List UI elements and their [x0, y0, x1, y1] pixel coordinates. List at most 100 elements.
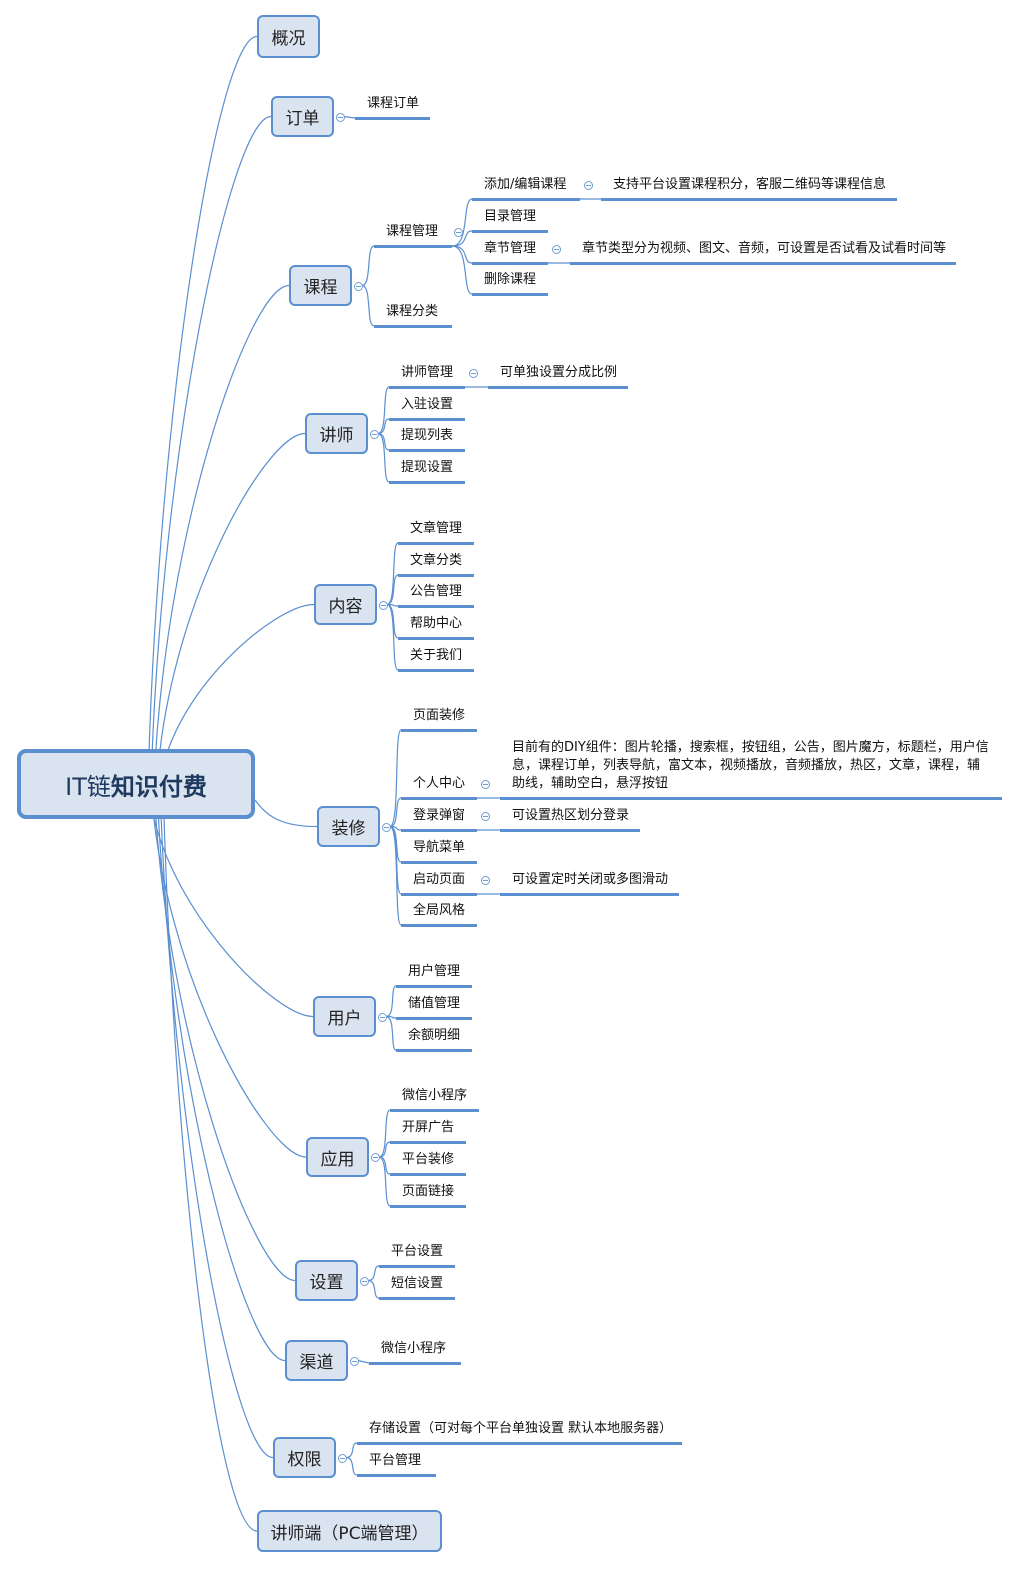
collapse-toggle-icon[interactable] [371, 1153, 380, 1162]
child-item[interactable]: 个人中心 [413, 775, 465, 793]
collapse-toggle-icon[interactable] [336, 112, 345, 122]
child-item[interactable]: 页面装修 [413, 707, 465, 725]
collapse-toggle-icon[interactable] [481, 876, 490, 885]
note-text: 章节类型分为视频、图文、音频，可设置是否试看及试看时间等 [582, 241, 947, 256]
child-item[interactable]: 平台设置 [391, 1243, 443, 1261]
branch-node[interactable]: 讲师 [305, 413, 368, 454]
collapse-toggle-icon[interactable] [338, 1453, 347, 1463]
branch-connector [153, 284, 290, 785]
grandchild-item[interactable]: 目录管理 [484, 208, 536, 226]
leaf-underline [355, 117, 430, 120]
child-item[interactable]: 平台管理 [369, 1452, 421, 1470]
branch-node[interactable]: 渠道 [285, 1340, 348, 1381]
child-item[interactable]: 提现设置 [401, 459, 453, 477]
child-item[interactable]: 全局风格 [413, 902, 465, 920]
branch-node[interactable]: 内容 [314, 584, 377, 625]
branch-node[interactable]: 讲师端（PC端管理） [257, 1510, 442, 1552]
leaf-underline [401, 729, 477, 732]
collapse-toggle-icon[interactable] [350, 1356, 359, 1366]
connector [361, 284, 375, 327]
child-item[interactable]: 储值管理 [408, 995, 460, 1013]
branch-node[interactable]: 概况 [257, 15, 320, 58]
note-text: 可设置热区划分登录 [512, 808, 630, 823]
collapse-toggle-icon[interactable] [382, 822, 391, 832]
collapse-toggle-icon[interactable] [469, 369, 478, 378]
child-item[interactable]: 导航菜单 [413, 839, 465, 857]
branch-node[interactable]: 装修 [317, 806, 380, 847]
child-item[interactable]: 公告管理 [410, 583, 462, 601]
branch-node[interactable]: 权限 [273, 1437, 336, 1478]
leaf-underline [398, 542, 474, 545]
child-item[interactable]: 用户管理 [408, 963, 460, 981]
child-item[interactable]: 余额明细 [408, 1027, 460, 1045]
child-item[interactable]: 提现列表 [401, 427, 453, 445]
grandchild-item[interactable]: 章节管理 [484, 240, 536, 258]
connector [367, 1265, 380, 1282]
leaf-underline [390, 1205, 466, 1208]
leaf-underline [379, 1265, 455, 1268]
child-item[interactable]: 关于我们 [410, 647, 462, 665]
leaf-underline [398, 574, 474, 577]
collapse-toggle-icon[interactable] [454, 228, 463, 237]
branch-node[interactable]: 课程 [289, 265, 352, 306]
collapse-toggle-icon[interactable] [370, 429, 379, 439]
collapse-toggle-icon[interactable] [378, 1012, 387, 1022]
note-text: 目前有的DIY组件：图片轮播，搜索框，按钮组，公告，图片魔方，标题栏，用户信息，… [512, 740, 989, 791]
branch-connector [147, 35, 258, 785]
leaf-underline [500, 829, 640, 832]
branch-node[interactable]: 设置 [295, 1260, 358, 1301]
child-item[interactable]: 平台装修 [402, 1151, 454, 1169]
leaf-underline [601, 198, 897, 201]
leaf-underline [401, 924, 477, 927]
child-item[interactable]: 页面链接 [402, 1183, 454, 1201]
note-text: 可单独设置分成比例 [500, 365, 618, 380]
child-item[interactable]: 课程分类 [386, 303, 438, 321]
grandchild-item[interactable]: 删除课程 [484, 271, 536, 289]
collapse-toggle-icon[interactable] [360, 1276, 369, 1286]
collapse-toggle-icon[interactable] [552, 245, 561, 254]
leaf-underline [472, 262, 548, 265]
collapse-toggle-icon[interactable] [481, 780, 490, 789]
connector [378, 1156, 391, 1207]
connector [377, 432, 390, 483]
leaf-underline [500, 797, 1002, 800]
child-item[interactable]: 短信设置 [391, 1275, 443, 1293]
connector [377, 386, 390, 435]
grandchild-item[interactable]: 添加/编辑课程 [484, 176, 566, 194]
note-text: 可设置定时关闭或多图滑动 [512, 872, 669, 887]
child-item[interactable]: 帮助中心 [410, 615, 462, 633]
child-item[interactable]: 启动页面 [413, 871, 465, 889]
collapse-toggle-icon[interactable] [584, 181, 593, 190]
child-item[interactable]: 讲师管理 [401, 364, 453, 382]
leaf-underline [570, 262, 956, 265]
branch-node[interactable]: 用户 [313, 996, 376, 1037]
leaf-underline [401, 797, 477, 800]
child-item[interactable]: 登录弹窗 [413, 807, 465, 825]
child-item[interactable]: 课程订单 [367, 95, 419, 113]
child-item[interactable]: 开屏广告 [402, 1119, 454, 1137]
branch-node[interactable]: 订单 [271, 96, 334, 137]
collapse-toggle-icon[interactable] [354, 281, 363, 291]
leaf-underline [472, 230, 548, 233]
leaf-underline [401, 893, 477, 896]
child-item[interactable]: 微信小程序 [381, 1340, 446, 1358]
connector [385, 1015, 397, 1051]
collapse-toggle-icon[interactable] [481, 812, 490, 821]
root-node[interactable]: IT链 知识付费 [17, 749, 255, 819]
connector [389, 729, 402, 828]
child-item[interactable]: 文章分类 [410, 552, 462, 570]
child-item[interactable]: 微信小程序 [402, 1087, 467, 1105]
connector [345, 1442, 358, 1459]
note-text: 支持平台设置课程积分，客服二维码等课程信息 [613, 177, 887, 192]
leaf-underline [401, 829, 477, 832]
child-item[interactable]: 存储设置（可对每个平台单独设置 默认本地服务器） [369, 1420, 672, 1438]
branch-connector [156, 432, 306, 785]
child-item[interactable]: 文章管理 [410, 520, 462, 538]
connector [451, 245, 473, 295]
child-item[interactable]: 课程管理 [386, 223, 438, 241]
child-item[interactable]: 入驻设置 [401, 396, 453, 414]
connector [378, 1109, 391, 1158]
leaf-underline [389, 418, 465, 421]
collapse-toggle-icon[interactable] [379, 600, 388, 610]
branch-node[interactable]: 应用 [306, 1137, 369, 1177]
